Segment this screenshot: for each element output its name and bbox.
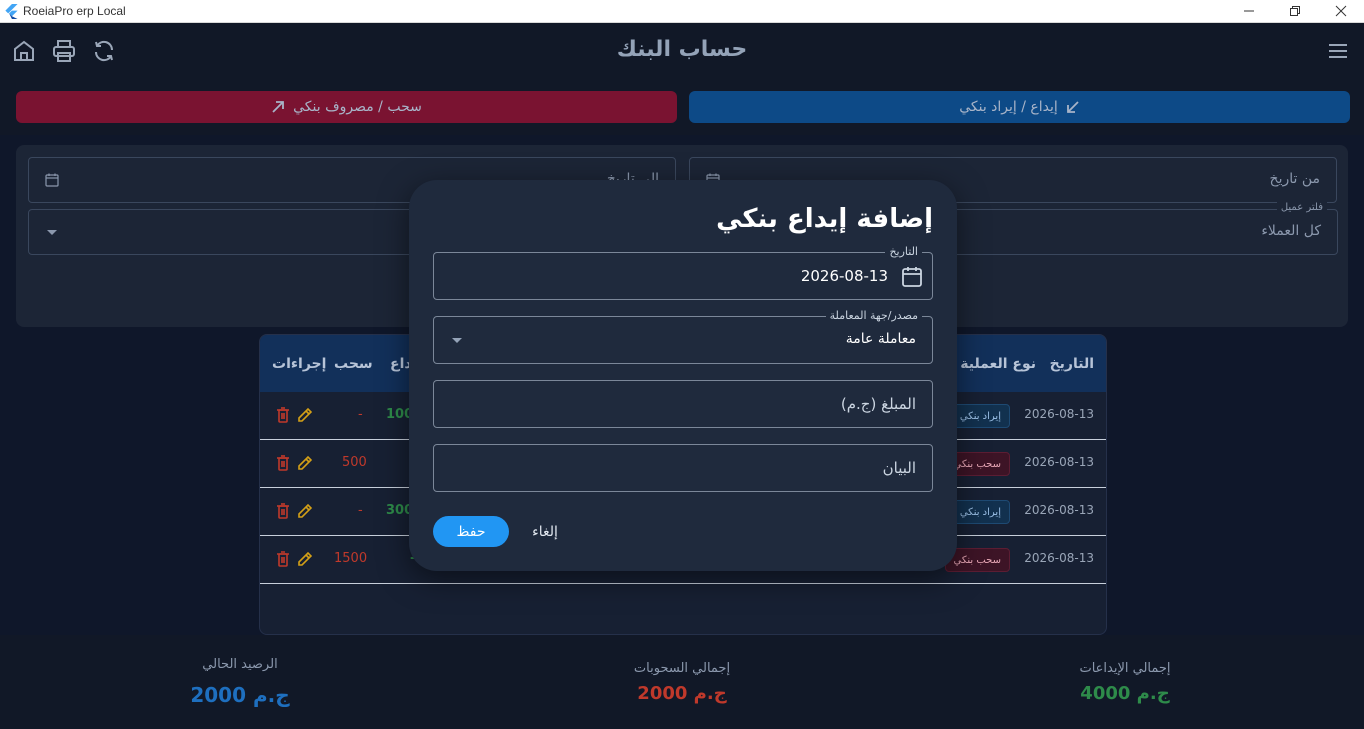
arrow-up-right-icon [272, 101, 285, 113]
date-field[interactable]: التاريخ 2026-08-13 [433, 245, 933, 300]
source-field-label: مصدر/جهة المعاملة [825, 309, 922, 322]
close-window-button[interactable] [1318, 0, 1364, 22]
save-button[interactable]: حفظ [433, 516, 509, 547]
edit-icon[interactable] [296, 406, 314, 424]
total-withdrawals-value: 2000 ج.م [637, 683, 727, 704]
source-field-value: معاملة عامة [845, 331, 916, 347]
delete-icon[interactable] [274, 550, 292, 568]
summary-footer: إجمالي الإيداعات 4000 ج.م إجمالي السحوبا… [0, 635, 1364, 729]
edit-icon[interactable] [296, 550, 314, 568]
chevron-down-icon [47, 230, 57, 235]
from-date-placeholder: من تاريخ [1269, 171, 1320, 187]
current-balance-label: الرصيد الحالي [202, 657, 278, 672]
arrow-down-left-icon [1066, 101, 1079, 113]
restore-button[interactable] [1272, 0, 1318, 22]
add-deposit-dialog: إضافة إيداع بنكي التاريخ 2026-08-13 مصدر… [409, 180, 957, 571]
dialog-title: إضافة إيداع بنكي [716, 204, 933, 234]
restore-icon [1290, 6, 1300, 16]
total-deposits-value: 4000 ج.م [1080, 683, 1170, 704]
date-field-value: 2026-08-13 [800, 267, 888, 285]
date-field-label: التاريخ [885, 245, 922, 258]
row-date: 2026-08-13 [1024, 407, 1094, 421]
withdraw-button-label: سحب / مصروف بنكي [293, 99, 422, 115]
minimize-button[interactable] [1226, 0, 1272, 22]
type-badge: إيراد بنكي [950, 500, 1010, 524]
row-withdraw: 500 [342, 455, 367, 470]
amount-placeholder: المبلغ (ج.م) [840, 395, 916, 413]
edit-icon[interactable] [296, 454, 314, 472]
app-bar: حساب البنك [0, 23, 1364, 80]
page-title: حساب البنك [616, 37, 748, 62]
current-balance-value: 2000 ج.م [190, 683, 290, 707]
total-deposits-label: إجمالي الإيداعات [1079, 661, 1171, 676]
row-date: 2026-08-13 [1024, 551, 1094, 565]
chevron-down-icon [452, 338, 462, 343]
row-withdraw: - [358, 503, 363, 518]
type-badge: إيراد بنكي [950, 404, 1010, 428]
menu-icon [1329, 44, 1347, 58]
cancel-button[interactable]: إلغاء [521, 516, 569, 547]
row-withdraw: - [358, 407, 363, 422]
delete-icon[interactable] [274, 406, 292, 424]
menu-button[interactable] [1325, 38, 1351, 64]
amount-input[interactable]: المبلغ (ج.م) [433, 380, 933, 428]
minimize-icon [1244, 10, 1254, 12]
client-filter-label: فلتر عميل [1276, 202, 1327, 213]
delete-icon[interactable] [274, 454, 292, 472]
header-withdraw: سحب [334, 356, 373, 372]
row-date: 2026-08-13 [1024, 503, 1094, 517]
source-select[interactable]: مصدر/جهة المعاملة معاملة عامة [433, 309, 933, 364]
header-actions: إجراءات [272, 356, 327, 372]
close-icon [1335, 5, 1347, 17]
delete-icon[interactable] [274, 502, 292, 520]
withdraw-button[interactable]: سحب / مصروف بنكي [16, 91, 677, 123]
description-placeholder: البيان [882, 459, 916, 477]
deposit-button-label: إيداع / إيراد بنكي [959, 99, 1058, 115]
window-title: RoeiaPro erp Local [23, 4, 126, 18]
actions-row: سحب / مصروف بنكي إيداع / إيراد بنكي [0, 80, 1364, 135]
total-withdrawals-label: إجمالي السحوبات [633, 661, 731, 676]
client-filter-value: كل العملاء [1261, 223, 1321, 239]
header-date: التاريخ [1049, 356, 1094, 372]
row-withdraw: 1500 [334, 551, 368, 566]
flutter-logo-icon [5, 4, 18, 19]
description-input[interactable]: البيان [433, 444, 933, 492]
window-titlebar: RoeiaPro erp Local [0, 0, 1364, 23]
row-date: 2026-08-13 [1024, 455, 1094, 469]
calendar-icon [45, 173, 59, 187]
header-type: نوع العملية [960, 356, 1036, 372]
deposit-button[interactable]: إيداع / إيراد بنكي [689, 91, 1350, 123]
calendar-icon[interactable] [900, 265, 924, 289]
edit-icon[interactable] [296, 502, 314, 520]
